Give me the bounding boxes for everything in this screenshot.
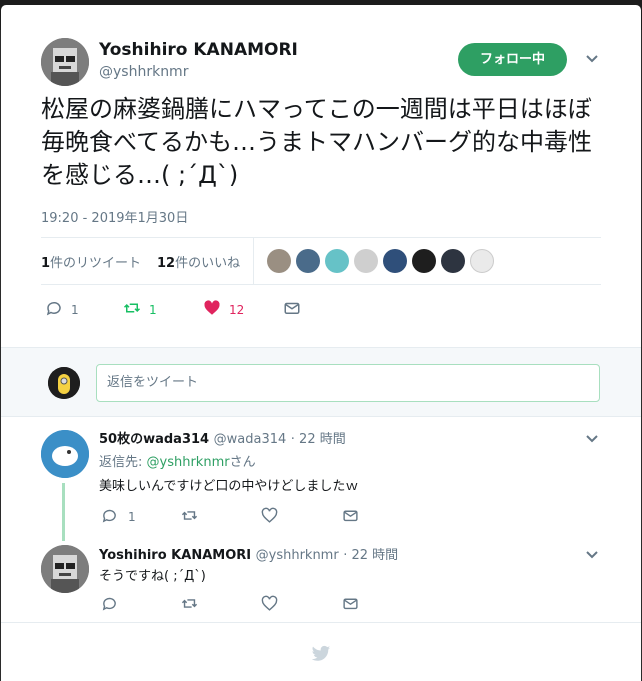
reply-input[interactable]: 返信をツイート <box>96 364 600 402</box>
direct-message-action[interactable] <box>342 507 359 527</box>
reply-text: そうですね( ;´Д`) <box>99 569 206 584</box>
chevron-down-icon[interactable] <box>585 547 599 565</box>
liker-avatar[interactable] <box>383 249 407 273</box>
reply-name-text: Yoshihiro KANAMORI <box>99 548 252 563</box>
my-avatar[interactable] <box>48 367 80 399</box>
liker-avatar[interactable] <box>412 249 436 273</box>
retweet-icon <box>181 507 198 527</box>
retweet-action[interactable] <box>181 507 198 527</box>
reply-author-avatar[interactable] <box>41 545 89 593</box>
modal-footer <box>1 622 641 681</box>
liker-avatar[interactable] <box>441 249 465 273</box>
mail-icon <box>283 299 301 320</box>
like-action[interactable] <box>261 507 278 527</box>
retweet-stat[interactable]: 1件のリツイート <box>41 252 141 271</box>
reply-text: 美味しいんですけど口の中やけどしましたｗ <box>99 479 359 494</box>
reply-handle: @yshhrknmr <box>255 548 339 563</box>
likes-stat[interactable]: 12件のいいね <box>157 252 240 271</box>
reply-to-handle[interactable]: @yshhrknmr <box>147 455 230 470</box>
reply-action[interactable]: 1 <box>45 299 79 320</box>
liker-avatar[interactable] <box>325 249 349 273</box>
stats-divider <box>253 238 254 284</box>
reply-name-text: 50枚のwada314 <box>99 432 210 447</box>
chevron-down-icon[interactable] <box>585 431 599 449</box>
author-avatar[interactable] <box>41 38 89 86</box>
twitter-bird-icon <box>311 645 331 667</box>
reply-age: · 22 時間 <box>343 548 399 563</box>
direct-message-action[interactable] <box>342 595 359 615</box>
mail-icon <box>342 507 359 527</box>
mail-icon <box>342 595 359 615</box>
reply-handle: @wada314 <box>213 432 287 447</box>
retweet-icon <box>181 595 198 615</box>
reply-count: 1 <box>128 510 136 524</box>
author-handle[interactable]: @yshhrknmr <box>99 64 188 80</box>
reply-author-avatar[interactable] <box>41 430 89 478</box>
retweet-icon <box>123 299 141 320</box>
reply-compose-area: 返信をツイート <box>1 347 641 417</box>
reply-count: 1 <box>71 302 79 317</box>
reply-action[interactable] <box>101 595 118 615</box>
reply-icon <box>101 595 118 615</box>
reply-to-line: 返信先: @yshhrknmrさん <box>99 451 256 470</box>
tweet-modal: Yoshihiro KANAMORI @yshhrknmr フォロー中 松屋の麻… <box>1 5 641 681</box>
reply-age: · 22 時間 <box>290 432 346 447</box>
reply-icon <box>101 507 118 527</box>
likes-count: 12 <box>157 256 176 271</box>
reply-author-name[interactable]: Yoshihiro KANAMORI @yshhrknmr · 22 時間 <box>99 544 398 563</box>
reply-to-prefix: 返信先: <box>99 455 147 470</box>
reply-author-name[interactable]: 50枚のwada314 @wada314 · 22 時間 <box>99 428 346 447</box>
like-action[interactable] <box>261 595 278 615</box>
reply-action[interactable]: 1 <box>101 507 136 527</box>
heart-icon <box>261 507 278 527</box>
chevron-down-icon[interactable] <box>585 51 599 69</box>
retweet-action-count: 1 <box>149 302 157 317</box>
heart-icon <box>261 595 278 615</box>
retweet-count: 1 <box>41 256 51 271</box>
tweet-timestamp[interactable]: 19:20 - 2019年1月30日 <box>41 207 188 226</box>
liker-avatar[interactable] <box>354 249 378 273</box>
direct-message-action[interactable] <box>283 299 301 320</box>
tweet-actions: 1 1 12 <box>41 295 601 325</box>
liker-avatar[interactable] <box>296 249 320 273</box>
retweet-action[interactable] <box>181 595 198 615</box>
like-action[interactable]: 12 <box>203 299 244 320</box>
thread-line <box>62 483 65 541</box>
reply-icon <box>45 299 63 320</box>
reply-to-suffix: さん <box>229 455 256 470</box>
heart-icon <box>203 299 221 320</box>
following-button[interactable]: フォロー中 <box>458 43 567 76</box>
retweet-action[interactable]: 1 <box>123 299 157 320</box>
liker-avatar[interactable] <box>267 249 291 273</box>
tweet-text: 松屋の麻婆鍋膳にハマってこの一週間は平日はほぼ毎晩食べてるかも…うまトマハンバー… <box>41 95 593 189</box>
author-name[interactable]: Yoshihiro KANAMORI <box>99 40 298 60</box>
retweet-label: 件のリツイート <box>50 256 142 271</box>
like-action-count: 12 <box>229 302 245 317</box>
liker-avatar[interactable] <box>470 249 494 273</box>
likes-label: 件のいいね <box>175 256 241 271</box>
tweet-stats: 1件のリツイート 12件のいいね <box>41 237 601 285</box>
